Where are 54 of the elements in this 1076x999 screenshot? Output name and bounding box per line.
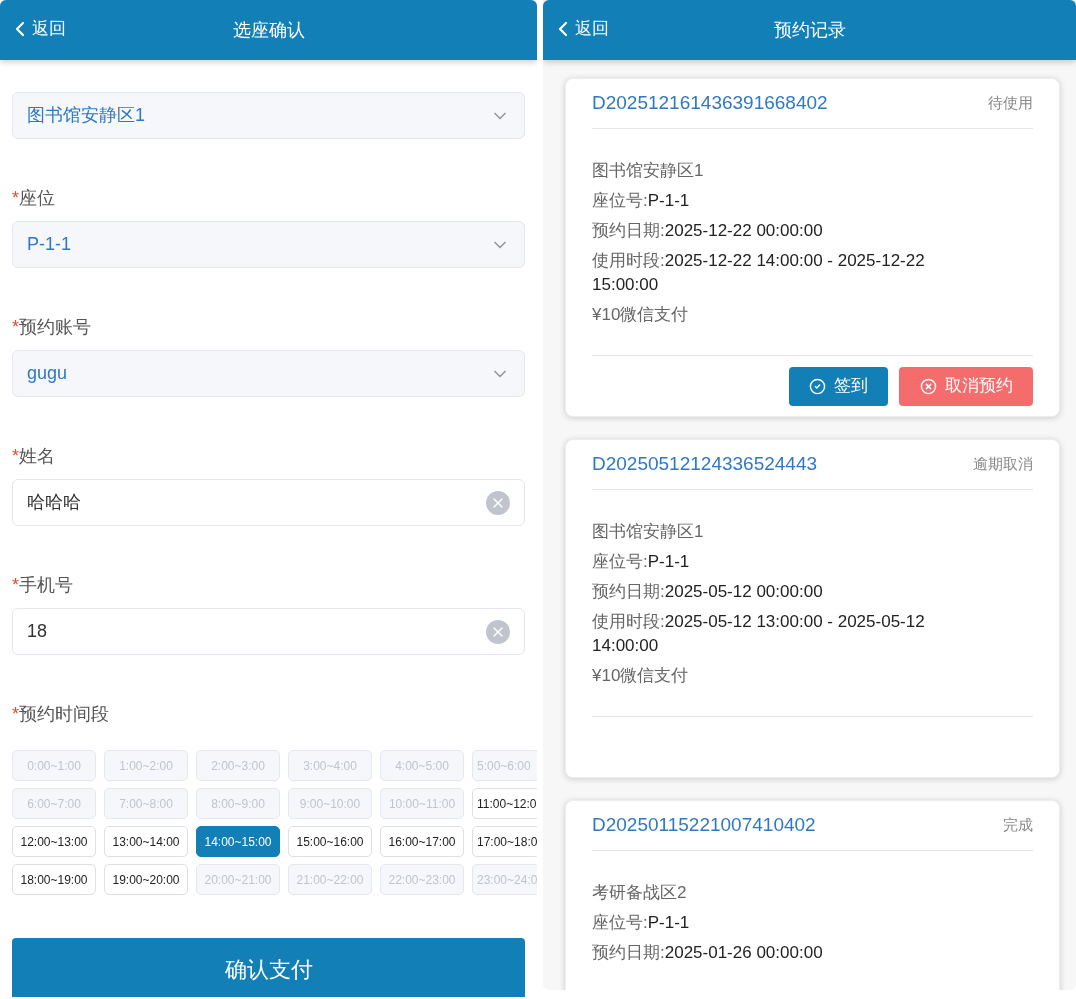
select-field[interactable]: gugu: [12, 350, 525, 397]
time-slot[interactable]: 19:00~20:00: [104, 864, 188, 895]
field-label: 座位: [19, 187, 55, 209]
record-line: ¥10微信支付: [592, 304, 690, 326]
input-field[interactable]: 18: [12, 608, 525, 655]
cancel-booking-button[interactable]: 取消预约: [899, 366, 1033, 406]
back-button[interactable]: 返回: [8, 16, 66, 42]
select-field[interactable]: 图书馆安静区1: [12, 92, 525, 139]
record-line: 使用时段:2025-12-22 14:00:00 - 2025-12-22 15:00:00: [592, 250, 926, 296]
record-line: 座位号:P-1-1: [592, 190, 691, 212]
required-asterisk: *: [12, 703, 19, 725]
status-text: 逾期取消: [973, 454, 1033, 475]
time-slot[interactable]: 16:00~17:00: [380, 826, 464, 857]
record-line: 预约日期:2025-12-22 00:00:00: [592, 220, 824, 242]
x-circle-icon: [919, 377, 937, 395]
status-text: 完成: [1003, 815, 1033, 836]
record-line: 图书馆安静区1: [592, 521, 705, 543]
field-label: 预约时间段: [19, 703, 109, 725]
clear-icon[interactable]: [486, 490, 510, 515]
record-line: 座位号:P-1-1: [592, 551, 691, 573]
confirm-pay-button[interactable]: 确认支付: [12, 938, 525, 997]
required-asterisk: *: [12, 574, 19, 596]
time-slot[interactable]: 15:00~16:00: [288, 826, 372, 857]
order-number: D20250115221007410402: [592, 813, 816, 838]
check-in-button[interactable]: 签到: [789, 366, 888, 406]
required-asterisk: *: [12, 445, 19, 467]
page-title: 预约记录: [773, 18, 846, 42]
record-line: 考研备战区2: [592, 882, 688, 904]
time-slot[interactable]: 18:00~19:00: [12, 864, 96, 895]
record-line: 使用时段:2025-05-12 13:00:00 - 2025-05-12 14:00:00: [592, 611, 926, 657]
time-slot[interactable]: 13:00~14:00: [104, 826, 188, 857]
record-line: 预约日期:2025-01-26 00:00:00: [592, 942, 824, 964]
time-slot[interactable]: 17:00~18:0: [472, 826, 537, 857]
field-label: 姓名: [19, 445, 55, 467]
required-asterisk: *: [12, 316, 19, 338]
back-button[interactable]: 返回: [551, 16, 609, 42]
order-number: D202512161436391668402: [592, 91, 828, 116]
input-field[interactable]: 哈哈哈: [12, 479, 525, 526]
field-label: 手机号: [19, 574, 73, 596]
field-label: 预约账号: [19, 316, 91, 338]
check-circle-icon: [809, 377, 826, 395]
select-field[interactable]: P-1-1: [12, 221, 525, 268]
time-slot[interactable]: 14:00~15:00: [196, 826, 280, 857]
page-title: 选座确认: [232, 18, 305, 42]
clear-icon[interactable]: [486, 619, 510, 644]
record-line: 图书馆安静区1: [592, 160, 705, 182]
record-line: 座位号:P-1-1: [592, 912, 691, 934]
time-slot[interactable]: 11:00~12:0: [472, 788, 537, 819]
status-text: 待使用: [988, 93, 1033, 114]
order-number: D20250512124336524443: [592, 452, 818, 477]
time-slot[interactable]: 12:00~13:00: [12, 826, 96, 857]
record-line: 预约日期:2025-05-12 00:00:00: [592, 581, 824, 603]
record-line: ¥10微信支付: [592, 665, 690, 687]
required-asterisk: *: [12, 187, 19, 209]
